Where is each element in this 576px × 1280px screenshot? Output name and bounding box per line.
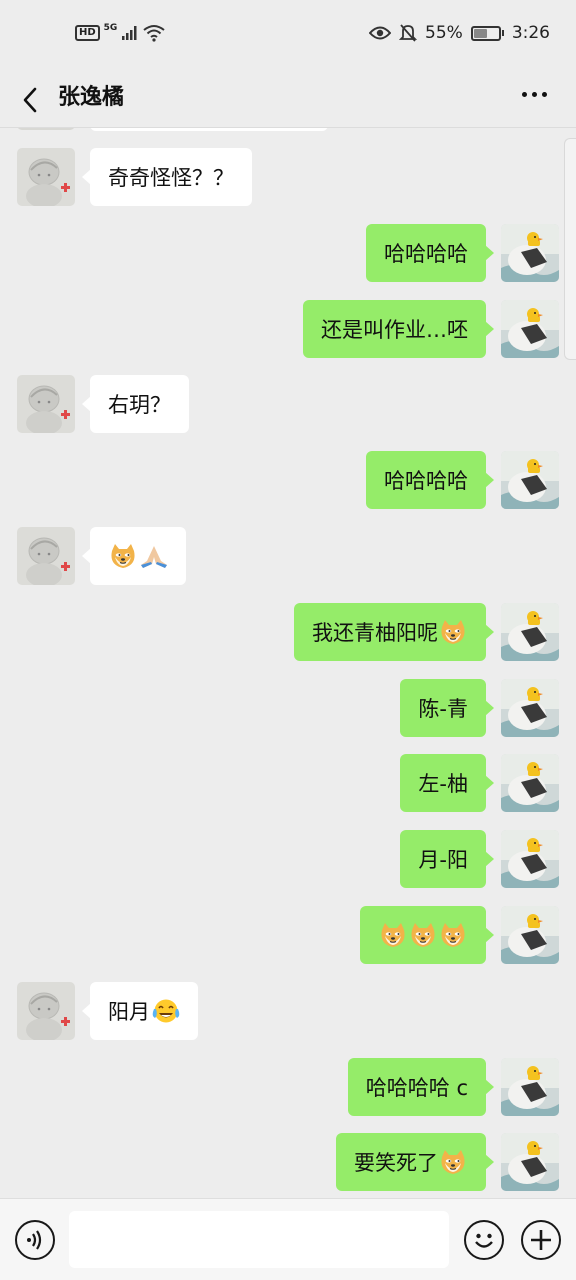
bell-off-icon bbox=[399, 24, 418, 42]
message-row: 要笑死了 bbox=[0, 1133, 576, 1191]
incoming-bubble[interactable] bbox=[82, 527, 186, 585]
emoji-button[interactable] bbox=[464, 1220, 504, 1260]
my-avatar[interactable] bbox=[501, 451, 559, 509]
message-text: 陈-青 bbox=[418, 697, 468, 721]
message-row: 陈-青 bbox=[0, 679, 576, 737]
incoming-bubble[interactable]: 右玥？ bbox=[82, 375, 189, 433]
incoming-bubble[interactable]: 奇奇怪怪？？ bbox=[82, 148, 252, 206]
outgoing-bubble[interactable]: 哈哈哈哈 bbox=[366, 451, 494, 509]
more-dot bbox=[532, 91, 537, 97]
voice-icon bbox=[27, 1230, 42, 1250]
clock: 3:26 bbox=[511, 23, 550, 43]
message-text: 我还青柚阳呢 bbox=[312, 621, 438, 645]
message-row bbox=[0, 906, 576, 964]
message-text: 要笑死了 bbox=[354, 1151, 438, 1175]
doge-emoji bbox=[409, 922, 437, 948]
doge-emoji bbox=[439, 1149, 467, 1175]
message-text: 哈哈哈哈 bbox=[384, 242, 468, 266]
message-row: 哈哈哈哈 bbox=[0, 224, 576, 282]
my-avatar[interactable] bbox=[501, 906, 559, 964]
battery-icon bbox=[470, 25, 504, 41]
outgoing-bubble[interactable]: 哈哈哈哈 bbox=[366, 224, 494, 282]
doge-emoji bbox=[379, 922, 407, 948]
pray-emoji bbox=[139, 543, 167, 569]
outgoing-bubble[interactable]: 我还青柚阳呢 bbox=[294, 603, 494, 661]
doge-emoji bbox=[109, 543, 137, 569]
status-left: HD 5G bbox=[75, 23, 165, 42]
voice-button[interactable] bbox=[15, 1220, 55, 1260]
contact-avatar[interactable] bbox=[17, 375, 75, 433]
message-row: 奇奇怪怪？？ bbox=[0, 148, 576, 206]
contact-avatar[interactable] bbox=[17, 148, 75, 206]
wifi-icon bbox=[143, 25, 165, 42]
my-avatar[interactable] bbox=[501, 300, 559, 358]
outgoing-bubble[interactable]: 左-柚 bbox=[400, 754, 494, 812]
outgoing-bubble[interactable]: 月-阳 bbox=[400, 830, 494, 888]
input-bar bbox=[0, 1198, 576, 1280]
message-row: 还是叫作业…呸 bbox=[0, 300, 576, 358]
message-text: 阳月 bbox=[108, 1000, 150, 1024]
outgoing-bubble[interactable] bbox=[360, 906, 494, 964]
message-row: 月-阳 bbox=[0, 830, 576, 888]
my-avatar[interactable] bbox=[501, 1133, 559, 1191]
status-right: 55% 3:26 bbox=[369, 23, 550, 43]
message-text: 左-柚 bbox=[418, 772, 468, 796]
battery-percent: 55% bbox=[425, 23, 463, 43]
chat-header: 张逸橘 bbox=[0, 70, 576, 128]
network-type: 5G bbox=[103, 23, 118, 33]
message-row bbox=[0, 527, 576, 585]
message-row: 右玥？ bbox=[0, 375, 576, 433]
message-text: 月-阳 bbox=[418, 848, 468, 872]
contact-avatar[interactable] bbox=[17, 527, 75, 585]
doge-emoji bbox=[439, 922, 467, 948]
my-avatar[interactable] bbox=[501, 603, 559, 661]
message-input[interactable] bbox=[69, 1211, 449, 1268]
outgoing-bubble[interactable]: 陈-青 bbox=[400, 679, 494, 737]
incoming-bubble[interactable]: 阳月 bbox=[82, 982, 198, 1040]
tears-of-joy-emoji bbox=[151, 998, 180, 1024]
my-avatar[interactable] bbox=[501, 1058, 559, 1116]
message-row: 阳月 bbox=[0, 982, 576, 1040]
my-avatar[interactable] bbox=[501, 679, 559, 737]
chevron-left-icon bbox=[23, 87, 37, 113]
chat-title: 张逸橘 bbox=[58, 85, 125, 110]
more-button[interactable] bbox=[522, 88, 552, 100]
partial-avatar bbox=[17, 128, 75, 130]
status-bar: HD 5G 55% 3:26 bbox=[0, 0, 576, 70]
more-horizontal-icon bbox=[522, 91, 527, 97]
message-row: 哈哈哈哈 c bbox=[0, 1058, 576, 1116]
message-text: 哈哈哈哈 c bbox=[365, 1076, 468, 1100]
message-text: 还是叫作业…呸 bbox=[321, 318, 468, 342]
back-button[interactable] bbox=[14, 80, 46, 120]
contact-avatar[interactable] bbox=[17, 982, 75, 1040]
signal-icon bbox=[122, 26, 137, 40]
doge-emoji bbox=[439, 619, 467, 645]
message-list[interactable]: 奇奇怪怪？？ 哈哈哈哈 还是叫作业…呸 右玥？ 哈哈哈哈 我还青柚阳呢 陈-青 左-柚 月-阳阳… bbox=[0, 128, 576, 1198]
message-row: 我还青柚阳呢 bbox=[0, 603, 576, 661]
eye-icon bbox=[369, 26, 392, 40]
plus-icon bbox=[531, 1230, 551, 1250]
message-row: 左-柚 bbox=[0, 754, 576, 812]
hd-badge: HD bbox=[75, 25, 100, 41]
message-text: 右玥？ bbox=[108, 393, 171, 417]
more-dot bbox=[542, 91, 547, 97]
plus-button[interactable] bbox=[521, 1220, 561, 1260]
my-avatar[interactable] bbox=[501, 754, 559, 812]
partial-bubble bbox=[90, 128, 328, 131]
smiley-icon bbox=[475, 1233, 493, 1248]
message-row: 哈哈哈哈 bbox=[0, 451, 576, 509]
my-avatar[interactable] bbox=[501, 830, 559, 888]
outgoing-bubble[interactable]: 要笑死了 bbox=[336, 1133, 494, 1191]
message-text: 奇奇怪怪？？ bbox=[108, 166, 234, 190]
message-text: 哈哈哈哈 bbox=[384, 469, 468, 493]
outgoing-bubble[interactable]: 还是叫作业…呸 bbox=[303, 300, 494, 358]
my-avatar[interactable] bbox=[501, 224, 559, 282]
outgoing-bubble[interactable]: 哈哈哈哈 c bbox=[347, 1058, 495, 1116]
